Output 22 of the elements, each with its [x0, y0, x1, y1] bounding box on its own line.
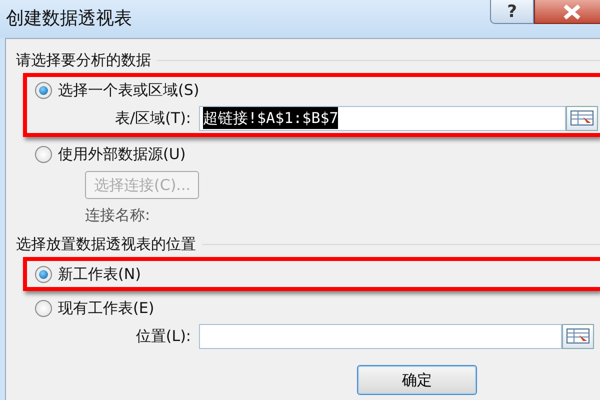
range-field[interactable]: 超链接!$A$1:$B$7: [199, 106, 566, 130]
radio-label: 新工作表(N): [58, 264, 141, 285]
close-button[interactable]: [534, 0, 600, 24]
range-picker-button[interactable]: [562, 324, 594, 348]
radio-button[interactable]: [35, 266, 52, 282]
field-label: 位置(L):: [134, 326, 192, 347]
ok-button[interactable]: 确定: [357, 365, 477, 395]
window-title: 创建数据透视表: [6, 7, 132, 31]
radio-label: 使用外部数据源(U): [58, 144, 186, 165]
help-button[interactable]: ?: [490, 0, 534, 24]
section-heading: 请选择要分析的数据: [16, 50, 151, 71]
radio-label: 选择一个表或区域(S): [58, 80, 200, 101]
range-field[interactable]: [199, 324, 562, 348]
radio-label: 现有工作表(E): [58, 298, 154, 319]
range-picker-button[interactable]: [566, 106, 598, 130]
close-icon: [561, 4, 583, 20]
radio-button[interactable]: [35, 300, 52, 316]
radio-button[interactable]: [35, 82, 52, 98]
field-label: 表/区域(T):: [114, 108, 192, 129]
section-heading: 选择放置数据透视表的位置: [16, 234, 196, 255]
connection-name-label: 连接名称:: [85, 205, 152, 226]
radio-button[interactable]: [35, 146, 52, 162]
